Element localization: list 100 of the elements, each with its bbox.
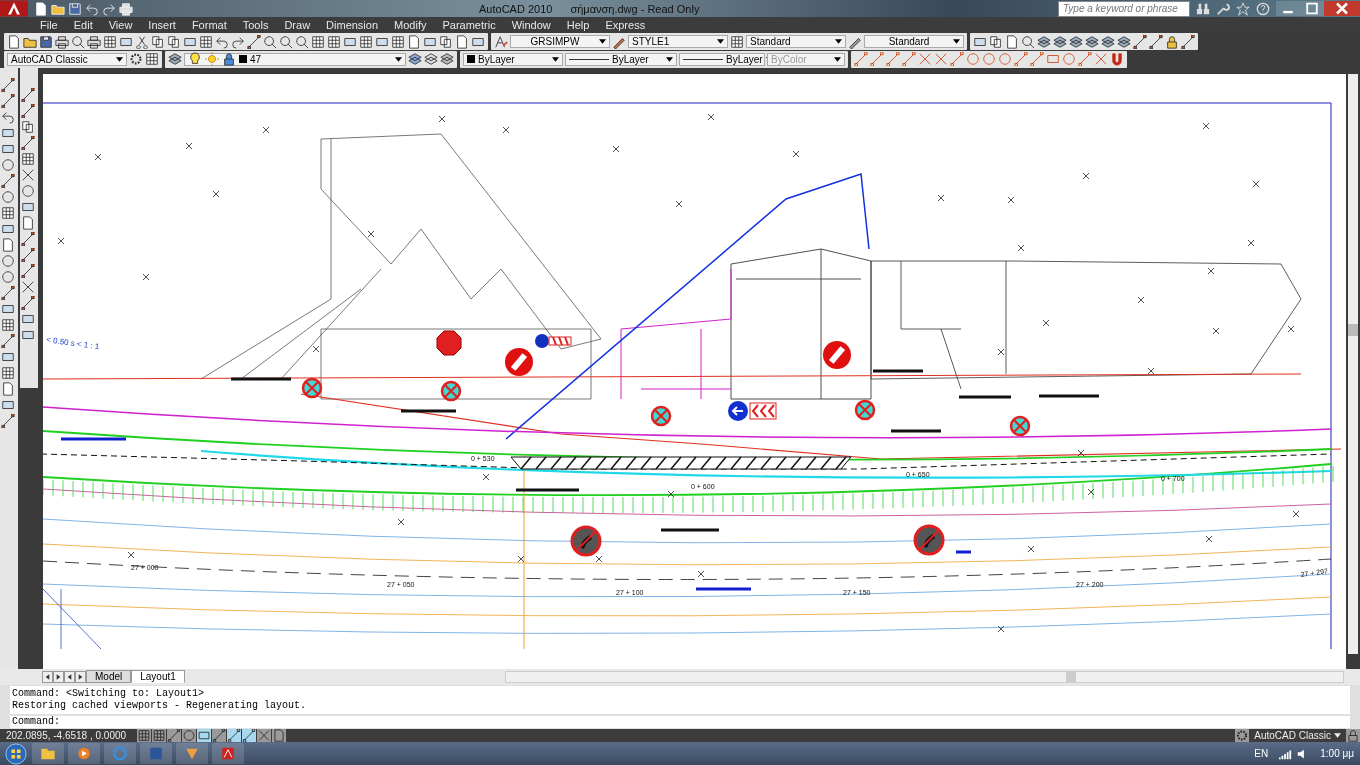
grid-icon[interactable] (1, 206, 15, 220)
cross-icon[interactable] (1094, 52, 1108, 67)
command-input[interactable]: Command: (10, 715, 1350, 728)
line-icon[interactable] (21, 248, 35, 262)
cross-icon[interactable] (21, 280, 35, 294)
line-icon[interactable] (21, 88, 35, 102)
grid-icon[interactable] (103, 34, 117, 49)
printer-icon[interactable] (87, 34, 101, 49)
menu-item[interactable]: Parametric (434, 18, 504, 31)
menu-item[interactable]: Dimension (318, 18, 387, 31)
grid-icon[interactable] (1, 366, 15, 380)
undo-icon[interactable] (215, 34, 229, 49)
cross-icon[interactable] (21, 168, 35, 182)
wrench-icon[interactable] (1216, 1, 1230, 16)
menu-item[interactable]: Insert (140, 18, 184, 31)
line-icon[interactable] (227, 729, 241, 743)
rectangle-icon[interactable] (21, 312, 35, 326)
minimize-icon[interactable] (1276, 1, 1300, 16)
line-icon[interactable] (1, 78, 15, 92)
close-icon[interactable] (1324, 1, 1360, 16)
line-icon[interactable] (167, 729, 181, 743)
menu-item[interactable]: Edit (65, 18, 101, 31)
menu-item[interactable]: Modify (386, 18, 435, 31)
table-icon[interactable] (730, 34, 744, 49)
document-icon[interactable] (7, 34, 21, 49)
layers-icon[interactable] (408, 52, 422, 67)
line-icon[interactable] (1, 174, 15, 188)
document-icon[interactable] (34, 1, 48, 16)
magnifier-icon[interactable] (263, 34, 277, 49)
rectangle-icon[interactable] (1, 142, 15, 156)
text-style-dropdown[interactable]: GRSIMPW (510, 35, 610, 48)
layers-icon[interactable] (168, 52, 182, 67)
tab-nav-icon[interactable] (53, 670, 64, 683)
copy-icon[interactable] (21, 120, 35, 134)
grid-icon[interactable] (1, 318, 15, 332)
document-icon[interactable] (455, 34, 469, 49)
save-icon[interactable] (39, 34, 53, 49)
menu-item[interactable]: Help (558, 18, 598, 31)
language-indicator[interactable]: EN (1248, 748, 1275, 760)
clock[interactable]: 1:00 μμ (1314, 748, 1360, 760)
linetype-dropdown[interactable]: ByLayer (565, 52, 677, 66)
rectangle-icon[interactable] (1, 350, 15, 364)
magnifier-icon[interactable] (295, 34, 309, 49)
grid-icon[interactable] (391, 34, 405, 49)
line-icon[interactable] (247, 34, 261, 49)
line-icon[interactable] (1149, 34, 1163, 49)
copy-icon[interactable] (439, 34, 453, 49)
layout-tab[interactable]: Layout1 (131, 670, 185, 684)
grid-icon[interactable] (21, 152, 35, 166)
layout-tab[interactable]: Model (86, 670, 132, 684)
multileader-style-dropdown[interactable]: Standard (864, 35, 964, 48)
menu-item[interactable]: File (32, 18, 66, 31)
line-icon[interactable] (1, 94, 15, 108)
document-icon[interactable] (407, 34, 421, 49)
redo-icon[interactable] (231, 34, 245, 49)
line-icon[interactable] (1, 286, 15, 300)
redo-icon[interactable] (102, 1, 116, 16)
menu-item[interactable]: View (100, 18, 141, 31)
start-button[interactable] (4, 742, 28, 765)
menu-item[interactable]: Window (503, 18, 559, 31)
rectangle-icon[interactable] (1, 126, 15, 140)
layers-icon[interactable] (440, 52, 454, 67)
magnifier-icon[interactable] (1021, 34, 1035, 49)
dimension-style-dropdown[interactable]: STYLE1 (628, 35, 728, 48)
workspace-menu[interactable]: AutoCAD Classic (1250, 730, 1345, 742)
grid-icon[interactable] (145, 52, 159, 67)
help-icon[interactable] (1256, 1, 1270, 16)
line-icon[interactable] (1181, 34, 1195, 49)
rectangle-icon[interactable] (197, 729, 211, 743)
undo-icon[interactable] (85, 1, 99, 16)
browser-icon[interactable] (104, 743, 136, 765)
rectangle-icon[interactable] (1, 398, 15, 412)
layers-icon[interactable] (1053, 34, 1067, 49)
vertical-scrollbar[interactable] (1348, 74, 1358, 654)
layers-icon[interactable] (424, 52, 438, 67)
document-icon[interactable] (21, 216, 35, 230)
app-logo-icon[interactable] (0, 0, 28, 17)
tab-nav-icon[interactable] (64, 670, 75, 683)
tab-nav-icon[interactable] (75, 670, 86, 683)
grid-icon[interactable] (199, 34, 213, 49)
rectangle-icon[interactable] (1, 302, 15, 316)
line-icon[interactable] (21, 264, 35, 278)
cad-app-icon[interactable] (212, 743, 244, 765)
lineweight-dropdown[interactable]: ByLayer (679, 52, 765, 66)
printer-icon[interactable] (55, 34, 69, 49)
circle-icon[interactable] (182, 729, 196, 743)
magnifier-icon[interactable] (71, 34, 85, 49)
layers-icon[interactable] (1101, 34, 1115, 49)
grid-icon[interactable] (311, 34, 325, 49)
grid-icon[interactable] (137, 729, 151, 743)
horizontal-scrollbar[interactable] (504, 670, 1344, 683)
menu-item[interactable]: Express (597, 18, 654, 31)
line-icon[interactable] (21, 232, 35, 246)
binoculars-icon[interactable] (1196, 1, 1210, 16)
line-icon[interactable] (1, 414, 15, 428)
document-icon[interactable] (1, 238, 15, 252)
line-icon[interactable] (21, 104, 35, 118)
grid-icon[interactable] (359, 34, 373, 49)
text-style-icon[interactable] (494, 34, 508, 49)
document-icon[interactable] (1, 382, 15, 396)
